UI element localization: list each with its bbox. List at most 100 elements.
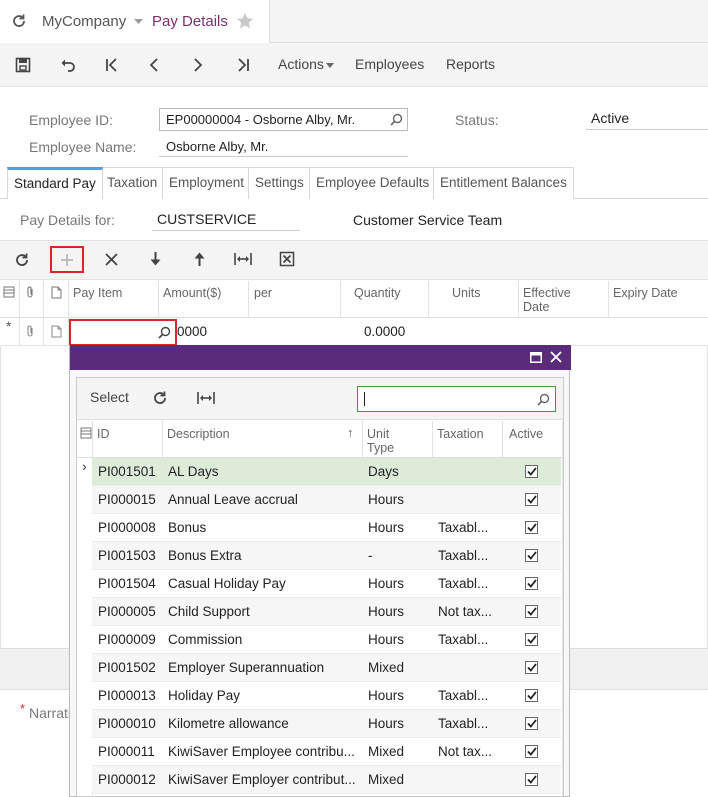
col-amount[interactable]: Amount($) bbox=[163, 286, 221, 300]
col-active[interactable]: Active bbox=[509, 427, 543, 441]
pay-item-input[interactable] bbox=[69, 319, 177, 346]
sort-ascending-icon[interactable]: ↑ bbox=[347, 426, 354, 440]
active-checkbox[interactable] bbox=[525, 661, 538, 674]
row-unit-type: - bbox=[368, 548, 373, 563]
row-taxation: Taxabl... bbox=[438, 520, 489, 535]
row-unit-type: Hours bbox=[368, 492, 405, 507]
company-name[interactable]: MyCompany bbox=[42, 13, 126, 30]
checkmark-icon bbox=[526, 579, 537, 588]
active-checkbox[interactable] bbox=[525, 493, 538, 506]
col-quantity[interactable]: Quantity bbox=[354, 286, 401, 300]
list-item[interactable]: PI000013 Holiday Pay Hours Taxabl... bbox=[92, 682, 561, 710]
row-description: Casual Holiday Pay bbox=[168, 576, 286, 591]
actions-menu[interactable]: Actions bbox=[278, 56, 324, 72]
active-checkbox[interactable] bbox=[525, 773, 538, 786]
close-icon[interactable] bbox=[550, 351, 562, 363]
row-unit-type: Hours bbox=[368, 688, 405, 703]
note-icon bbox=[51, 286, 62, 299]
attachment-icon[interactable] bbox=[25, 325, 35, 338]
active-checkbox[interactable] bbox=[525, 689, 538, 702]
col-id[interactable]: ID bbox=[97, 427, 110, 441]
col-unit-type[interactable]: Unit Type bbox=[367, 427, 394, 455]
move-down-icon[interactable] bbox=[148, 251, 163, 267]
list-item[interactable]: PI000009 Commission Hours Taxabl... bbox=[92, 626, 561, 654]
fit-columns-icon[interactable] bbox=[234, 252, 252, 266]
active-checkbox[interactable] bbox=[525, 717, 538, 730]
col-pay-item[interactable]: Pay Item bbox=[73, 286, 122, 300]
list-item[interactable]: PI000005 Child Support Hours Not tax... bbox=[92, 598, 561, 626]
star-icon[interactable] bbox=[236, 12, 254, 30]
refresh-icon[interactable] bbox=[14, 252, 30, 268]
quantity-cell[interactable]: 0.0000 bbox=[364, 324, 405, 339]
list-item[interactable]: PI000008 Bonus Hours Taxabl... bbox=[92, 514, 561, 542]
select-button[interactable]: Select bbox=[90, 389, 129, 405]
tab-standard-pay[interactable]: Standard Pay bbox=[7, 167, 103, 199]
list-item[interactable]: PI001504 Casual Holiday Pay Hours Taxabl... bbox=[92, 570, 561, 598]
search-icon[interactable] bbox=[537, 393, 550, 406]
refresh-icon[interactable] bbox=[11, 13, 27, 29]
col-effective-date[interactable]: Effective Date bbox=[523, 286, 571, 314]
active-checkbox[interactable] bbox=[525, 549, 538, 562]
status-value: Active bbox=[586, 110, 708, 130]
next-record-icon[interactable] bbox=[186, 53, 210, 77]
active-checkbox[interactable] bbox=[525, 521, 538, 534]
tab-taxation[interactable]: Taxation bbox=[100, 167, 165, 199]
list-item[interactable]: PI000012 KiwiSaver Employer contribut... M… bbox=[92, 766, 561, 794]
chevron-down-icon[interactable] bbox=[134, 19, 143, 25]
list-item[interactable]: PI001501 AL Days Days bbox=[92, 458, 561, 486]
fit-columns-icon[interactable] bbox=[197, 391, 215, 405]
tab-employee-defaults[interactable]: Employee Defaults bbox=[309, 167, 437, 199]
checkmark-icon bbox=[526, 719, 537, 728]
row-id: PI001504 bbox=[98, 576, 156, 591]
save-icon[interactable] bbox=[11, 53, 35, 77]
col-taxation[interactable]: Taxation bbox=[437, 427, 484, 441]
col-unit-type-line2: Type bbox=[367, 441, 395, 455]
amount-cell[interactable]: 0000 bbox=[177, 324, 207, 339]
tab-entitlement-balances[interactable]: Entitlement Balances bbox=[433, 167, 574, 199]
row-description: Kilometre allowance bbox=[168, 716, 289, 731]
list-item[interactable]: PI001503 Bonus Extra - Taxabl... bbox=[92, 542, 561, 570]
reports-button[interactable]: Reports bbox=[446, 56, 495, 72]
required-marker: * bbox=[20, 701, 26, 716]
col-sep bbox=[162, 421, 163, 458]
active-checkbox[interactable] bbox=[525, 605, 538, 618]
row-id: PI000009 bbox=[98, 632, 156, 647]
undo-icon[interactable] bbox=[56, 53, 80, 77]
col-unit-type-line1: Unit bbox=[367, 427, 390, 441]
row-unit-type: Mixed bbox=[368, 772, 405, 787]
row-description: AL Days bbox=[168, 464, 219, 479]
list-item[interactable]: PI001502 Employer Superannuation Mixed bbox=[92, 654, 561, 682]
col-units[interactable]: Units bbox=[452, 286, 480, 300]
col-expiry-date[interactable]: Expiry Date bbox=[613, 286, 678, 300]
move-up-icon[interactable] bbox=[192, 251, 207, 267]
refresh-icon[interactable] bbox=[152, 390, 168, 406]
search-icon[interactable] bbox=[390, 113, 403, 126]
active-checkbox[interactable] bbox=[525, 745, 538, 758]
first-record-icon[interactable] bbox=[100, 53, 124, 77]
maximize-icon[interactable] bbox=[530, 352, 542, 363]
col-per[interactable]: per bbox=[254, 286, 272, 300]
search-icon[interactable] bbox=[158, 326, 171, 339]
employee-id-field[interactable]: EP00000004 - Osborne Alby, Mr. bbox=[159, 108, 408, 131]
selector-search-input[interactable] bbox=[357, 386, 556, 412]
active-checkbox[interactable] bbox=[525, 465, 538, 478]
last-record-icon[interactable] bbox=[231, 53, 255, 77]
tab-employment[interactable]: Employment bbox=[162, 167, 252, 199]
list-item[interactable]: PI000015 Annual Leave accrual Hours bbox=[92, 486, 561, 514]
delete-row-icon[interactable] bbox=[104, 252, 119, 267]
export-excel-icon[interactable] bbox=[279, 251, 295, 267]
employees-button[interactable]: Employees bbox=[355, 56, 424, 72]
chevron-down-icon bbox=[326, 63, 334, 68]
row-id: PI000008 bbox=[98, 520, 156, 535]
add-row-button[interactable] bbox=[50, 246, 84, 273]
col-description[interactable]: Description bbox=[167, 427, 230, 441]
list-item[interactable]: PI000011 KiwiSaver Employee contribu... Mi… bbox=[92, 738, 561, 766]
list-item[interactable]: PI000010 Kilometre allowance Hours Taxabl..… bbox=[92, 710, 561, 738]
col-sep bbox=[502, 421, 503, 458]
tab-settings[interactable]: Settings bbox=[248, 167, 311, 199]
active-checkbox[interactable] bbox=[525, 633, 538, 646]
previous-record-icon[interactable] bbox=[142, 53, 166, 77]
active-checkbox[interactable] bbox=[525, 577, 538, 590]
col-sep bbox=[562, 421, 563, 797]
note-icon[interactable] bbox=[51, 325, 62, 338]
